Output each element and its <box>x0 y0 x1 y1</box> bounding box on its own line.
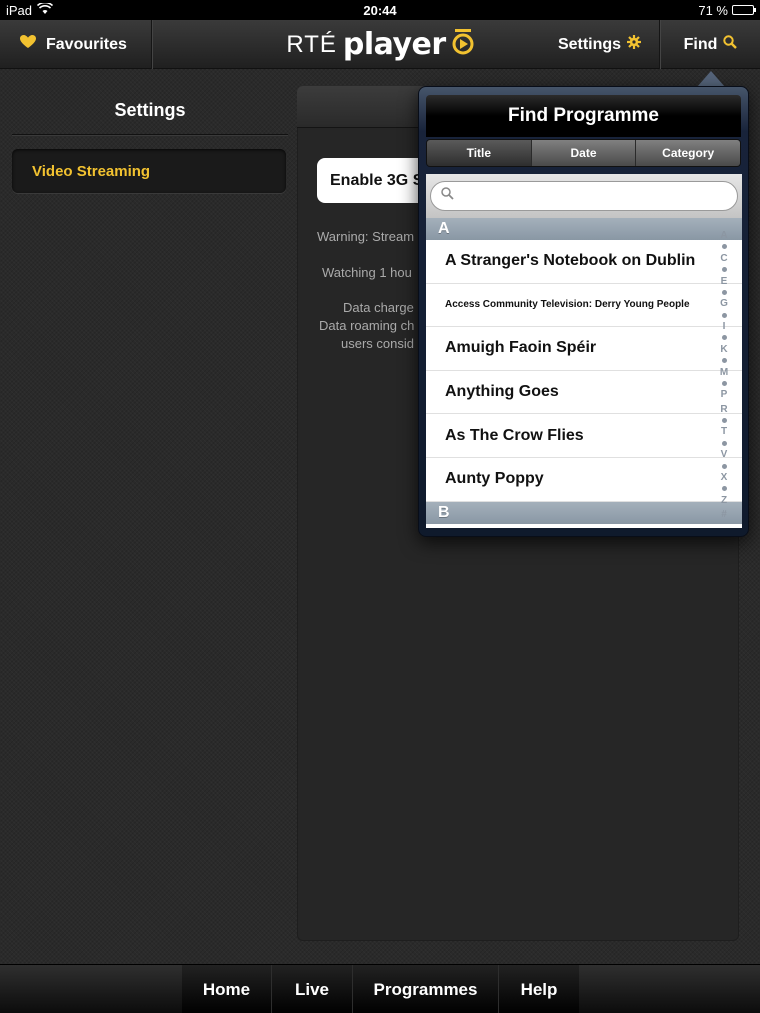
nav-bar: Favourites RTÉ player Settings Find <box>0 20 760 69</box>
battery-icon <box>732 5 756 15</box>
list-item[interactable]: A Stranger's Notebook on Dublin <box>426 240 742 284</box>
search-icon <box>441 187 454 205</box>
find-segmented-control: Title Date Category <box>426 139 741 167</box>
index-dot <box>721 486 727 492</box>
alphabet-index[interactable]: A C E G I K M P R T V X Z # <box>716 230 732 520</box>
logo-rte: RTÉ <box>286 30 337 58</box>
search-input[interactable] <box>460 188 710 204</box>
index-letter[interactable]: R <box>720 404 727 415</box>
settings-label: Settings <box>557 35 622 53</box>
status-left: iPad <box>6 1 54 18</box>
index-letter[interactable]: X <box>721 472 728 483</box>
tab-programmes[interactable]: Programmes <box>353 965 499 1013</box>
index-letter[interactable]: T <box>721 426 727 437</box>
menu-item-video-streaming[interactable]: Video Streaming <box>12 149 286 193</box>
list-item[interactable]: Aunty Poppy <box>426 458 742 502</box>
index-letter[interactable]: I <box>723 321 726 332</box>
heart-icon <box>20 35 36 54</box>
index-letter[interactable]: A <box>720 230 727 241</box>
index-dot <box>721 358 727 364</box>
tab-live[interactable]: Live <box>272 965 353 1013</box>
warning-line: Data charge <box>343 300 414 315</box>
logo-player: player <box>342 27 446 62</box>
settings-divider <box>12 134 288 136</box>
index-letter[interactable]: C <box>720 253 727 264</box>
index-dot <box>721 463 727 469</box>
index-letter[interactable]: M <box>720 367 728 378</box>
settings-title: Settings <box>114 100 186 120</box>
programme-list: A A Stranger's Notebook on Dublin Access… <box>426 218 742 528</box>
tab-category[interactable]: Category <box>635 140 740 166</box>
list-item[interactable]: Amuigh Faoin Spéir <box>426 327 742 371</box>
tab-date[interactable]: Date <box>530 140 636 166</box>
index-dot <box>721 418 727 423</box>
find-label: Find <box>683 35 718 53</box>
warning-line: Data roaming ch <box>319 318 415 333</box>
list-item[interactable]: Anything Goes <box>426 371 742 415</box>
gear-icon <box>627 35 642 54</box>
index-letter[interactable]: Z <box>721 495 727 506</box>
play-circle-icon <box>452 29 474 60</box>
section-header-b: B <box>426 501 742 524</box>
index-dot <box>721 380 727 386</box>
popover-title: Find Programme <box>508 105 659 126</box>
index-letter[interactable]: G <box>720 298 728 309</box>
tab-help[interactable]: Help <box>499 965 579 1013</box>
tab-bar: Home Live Programmes Help <box>0 964 760 1013</box>
status-time: 20:44 <box>363 2 397 18</box>
index-letter[interactable]: V <box>721 449 728 460</box>
favourites-button[interactable]: Favourites <box>0 20 152 69</box>
popover-arrow <box>697 71 725 87</box>
enable-3g-label: Enable 3G S <box>330 171 424 189</box>
search-bar <box>426 174 742 218</box>
rte-player-logo: RTÉ player <box>286 27 474 62</box>
index-dot <box>721 267 727 273</box>
popover-title-bar: Find Programme <box>426 95 741 137</box>
section-header-a: A <box>426 218 742 240</box>
list-item[interactable]: Access Community Television: Derry Young… <box>426 284 742 328</box>
index-dot <box>721 312 727 318</box>
index-dot <box>721 335 727 341</box>
device-name: iPad <box>6 2 33 18</box>
tab-title[interactable]: Title <box>427 140 531 166</box>
list-item[interactable]: As The Crow Flies <box>426 414 742 458</box>
settings-button[interactable]: Settings <box>540 20 660 69</box>
menu-item-label: Video Streaming <box>32 162 151 180</box>
wifi-icon <box>36 1 54 18</box>
warning-line: Watching 1 hou <box>322 265 412 280</box>
index-letter[interactable]: # <box>721 509 727 520</box>
index-letter[interactable]: K <box>720 344 727 355</box>
tab-group: Home Live Programmes Help <box>182 965 579 1013</box>
index-dot <box>721 440 727 446</box>
status-bar: iPad 20:44 71 % <box>0 0 760 20</box>
search-icon <box>723 35 738 54</box>
status-right: 71 % <box>698 2 756 18</box>
index-letter[interactable]: P <box>721 389 728 400</box>
search-field[interactable] <box>430 181 738 211</box>
favourites-label: Favourites <box>46 35 127 53</box>
warning-line: users consid <box>341 336 414 351</box>
index-letter[interactable]: E <box>721 276 728 287</box>
battery-percent: 71 % <box>698 2 728 18</box>
tab-home[interactable]: Home <box>182 965 272 1013</box>
index-dot <box>721 244 727 250</box>
find-button[interactable]: Find <box>661 20 760 69</box>
index-dot <box>721 289 727 295</box>
warning-line: Warning: Stream <box>317 229 415 244</box>
